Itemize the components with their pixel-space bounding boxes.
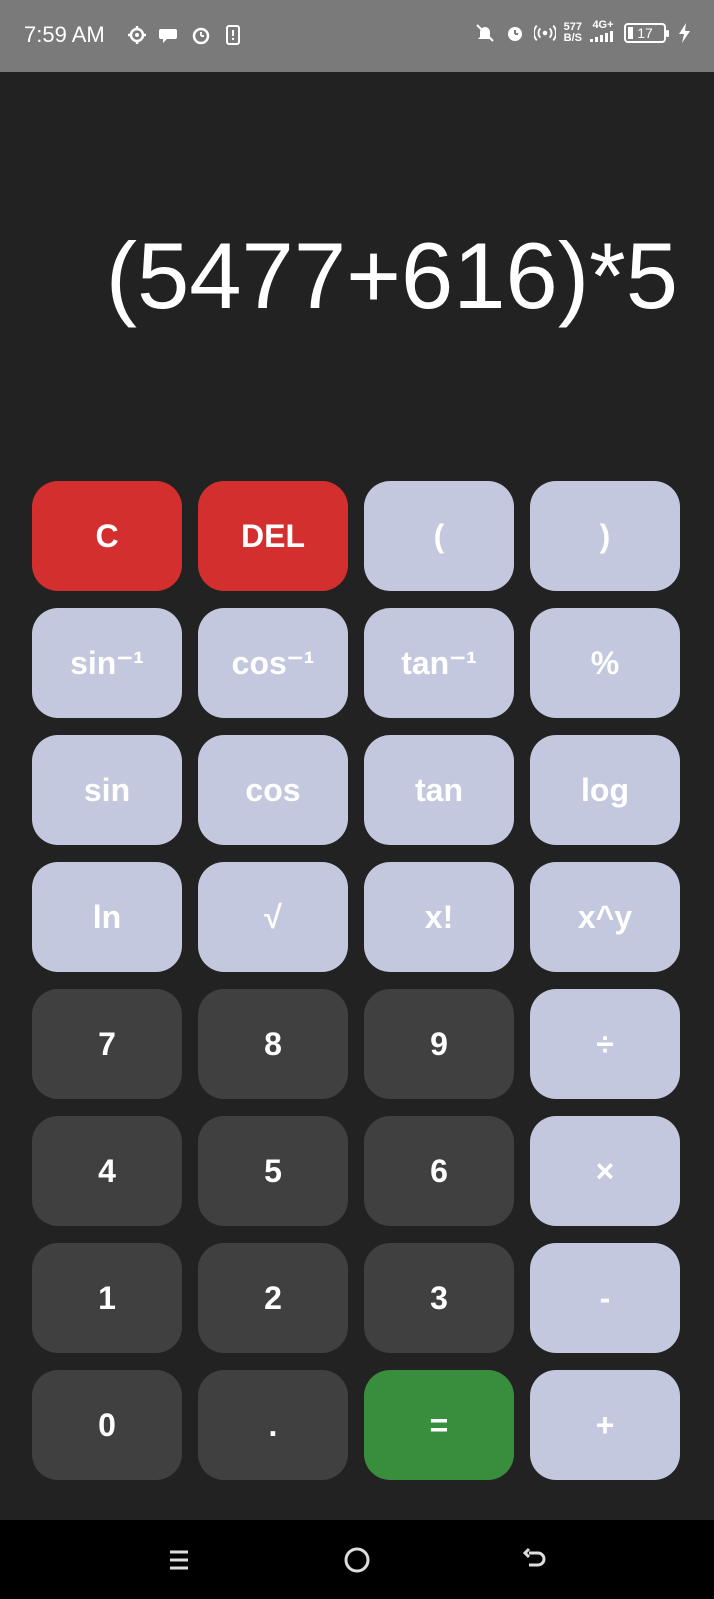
keypad: C DEL() sin⁻¹ cos⁻¹ tan⁻¹% sin cos tan log ln √ x! x… [32,481,682,1480]
clear-button[interactable]: C [32,481,182,591]
charging-bolt-icon [674,22,696,44]
digit-0-button[interactable]: 0 [32,1370,182,1480]
net-speed-unit: B/S [563,31,582,44]
equals-button[interactable]: = [364,1370,514,1480]
status-right-icons: 577 B/S 4G+ 17 [474,20,696,45]
percent-button[interactable]: % [530,608,680,718]
power-button[interactable]: x^y [530,862,680,972]
sin-button[interactable]: sin [32,735,182,845]
navigation-bar [0,1520,714,1599]
divide-button[interactable]: ÷ [530,989,680,1099]
battery-level: 17 [637,24,653,41]
add-button[interactable]: + [530,1370,680,1480]
phone-alert-icon [222,24,244,46]
recents-icon[interactable] [161,1542,197,1578]
back-icon[interactable] [517,1542,553,1578]
signal-icon [590,31,616,45]
network-type: 4G+ [592,19,614,31]
digit-6-button[interactable]: 6 [364,1116,514,1226]
alarm-icon [504,22,526,44]
delete-button[interactable]: DEL [198,481,348,591]
status-time: 7:59 AM [24,22,105,47]
digit-9-button[interactable]: 9 [364,989,514,1099]
digit-5-button[interactable]: 5 [198,1116,348,1226]
factorial-button[interactable]: x! [364,862,514,972]
settings-gear-icon [126,24,148,46]
battery-icon: 17 [624,22,669,43]
tan-button[interactable]: tan [364,735,514,845]
signal-indicator: 4G+ [590,20,616,45]
hotspot-icon [533,22,556,44]
arccos-button[interactable]: cos⁻¹ [198,608,348,718]
cos-button[interactable]: cos [198,735,348,845]
expression-display: (5477+616)*5 [105,223,678,328]
bell-off-icon [474,22,496,44]
subtract-button[interactable]: - [530,1243,680,1353]
digit-1-button[interactable]: 1 [32,1243,182,1353]
close-paren-button[interactable]: ) [530,481,680,591]
home-icon[interactable] [339,1542,375,1578]
digit-4-button[interactable]: 4 [32,1116,182,1226]
open-paren-button[interactable]: ( [364,481,514,591]
alarm-icon [190,24,212,46]
decimal-button[interactable]: . [198,1370,348,1480]
sqrt-button[interactable]: √ [198,862,348,972]
digit-3-button[interactable]: 3 [364,1243,514,1353]
digit-2-button[interactable]: 2 [198,1243,348,1353]
log-button[interactable]: log [530,735,680,845]
net-speed-value: 577 [563,20,582,33]
net-speed: 577 B/S [563,20,582,44]
digit-8-button[interactable]: 8 [198,989,348,1099]
arctan-button[interactable]: tan⁻¹ [364,608,514,718]
status-left-icons [126,24,244,46]
arcsin-button[interactable]: sin⁻¹ [32,608,182,718]
multiply-button[interactable]: × [530,1116,680,1226]
chat-bubble-icon [158,24,180,46]
ln-button[interactable]: ln [32,862,182,972]
status-bar: 7:59 AM 577 B/S 4G+ 17 [0,0,714,72]
digit-7-button[interactable]: 7 [32,989,182,1099]
